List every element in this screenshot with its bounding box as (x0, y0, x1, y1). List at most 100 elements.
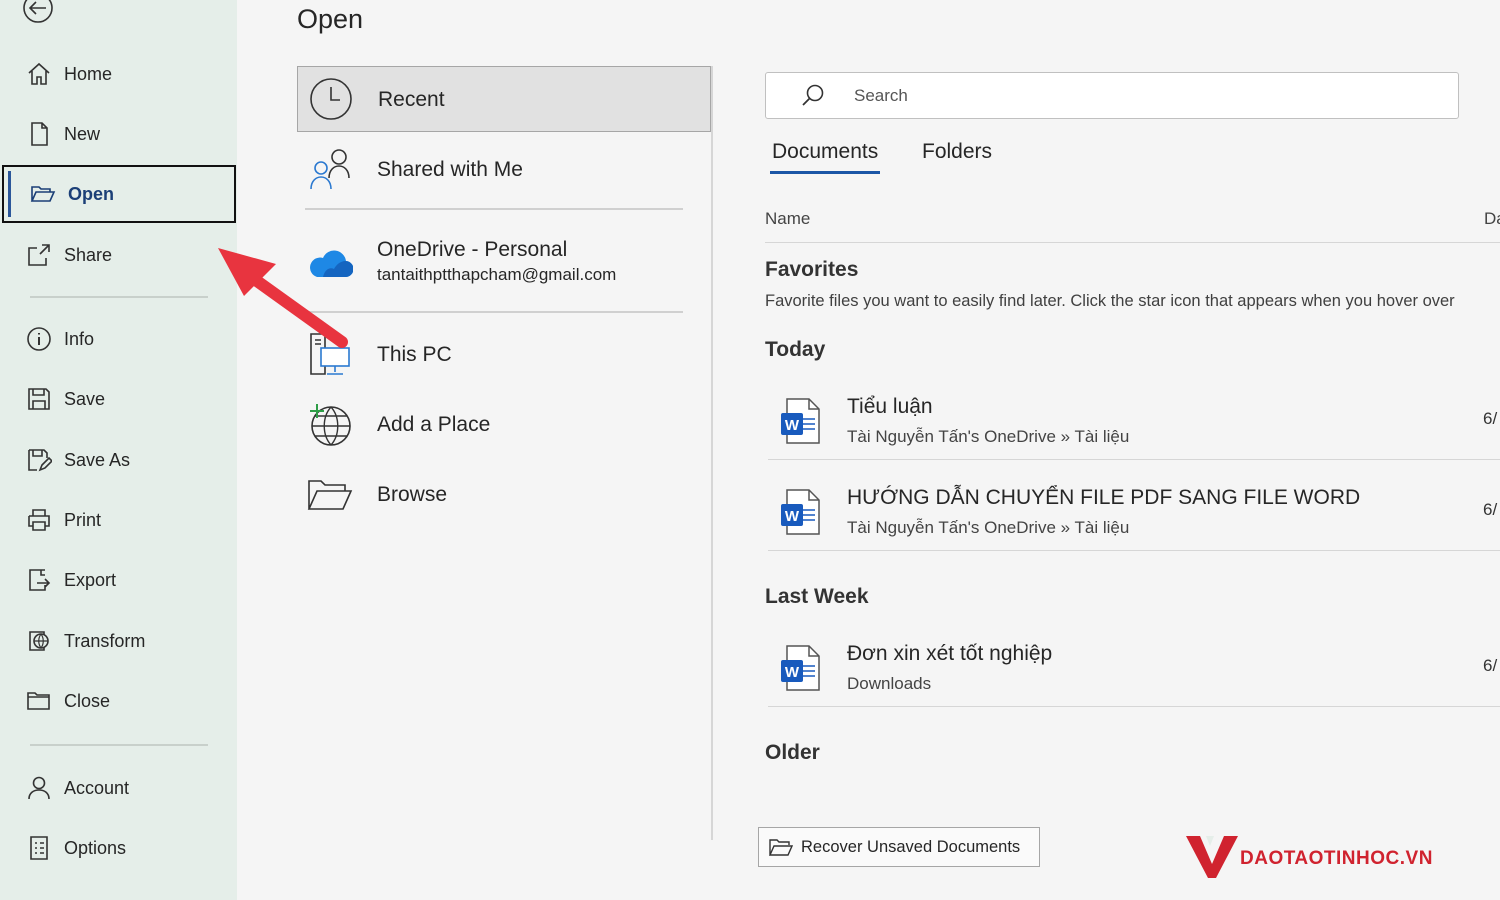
word-document-icon: W (781, 398, 820, 444)
options-icon (26, 835, 52, 861)
nav-save[interactable]: Save (0, 370, 237, 428)
file-path: Downloads (847, 674, 932, 693)
svg-text:W: W (785, 417, 800, 434)
nav-transform[interactable]: Transform (0, 612, 237, 670)
location-divider (305, 208, 683, 210)
annotation-arrow-icon (218, 248, 348, 348)
globe-add-icon (307, 402, 353, 448)
row-divider (768, 550, 1500, 551)
location-shared-with-me[interactable]: Shared with Me (297, 138, 711, 204)
file-name: Tiểu luận (847, 395, 933, 418)
svg-text:W: W (785, 508, 800, 525)
save-as-icon (26, 447, 52, 473)
group-today-heading: Today (765, 338, 826, 361)
svg-text:W: W (785, 664, 800, 681)
search-box[interactable] (765, 72, 1459, 119)
nav-save-label: Save (64, 388, 106, 409)
watermark-v-logo-icon (1186, 836, 1238, 878)
nav-print[interactable]: Print (0, 491, 237, 549)
new-document-icon (26, 121, 52, 147)
nav-home[interactable]: Home (0, 45, 237, 103)
nav-options-label: Options (64, 837, 127, 858)
share-icon (26, 242, 52, 268)
home-icon (26, 61, 52, 87)
folder-open-icon (769, 839, 793, 856)
nav-transform-label: Transform (64, 630, 146, 651)
file-row[interactable]: W Tiểu luận Tài Nguyễn Tấn's OneDrive » … (765, 383, 1500, 471)
nav-info-label: Info (64, 328, 95, 349)
watermark-logo: DAOTAOTINHOC.VN (1186, 834, 1478, 880)
nav-print-label: Print (64, 509, 102, 530)
info-icon (26, 326, 52, 352)
folder-open-icon (30, 181, 56, 207)
nav-account-label: Account (64, 777, 130, 798)
onedrive-email: tantaithptthapcham@gmail.com (377, 265, 617, 284)
nav-open[interactable]: Open (2, 165, 236, 223)
nav-new[interactable]: New (0, 105, 237, 163)
row-divider (768, 706, 1500, 707)
nav-options[interactable]: Options (0, 819, 237, 877)
sidebar-divider (30, 296, 208, 298)
nav-close[interactable]: Close (0, 672, 237, 730)
location-onedrive-personal[interactable]: OneDrive - Personal tantaithptthapcham@g… (297, 226, 711, 298)
watermark-text: DAOTAOTINHOC.VN (1240, 848, 1433, 869)
recover-button-label: Recover Unsaved Documents (801, 837, 1021, 856)
clock-icon (308, 76, 354, 122)
onedrive-label: OneDrive - Personal (377, 238, 568, 261)
location-add-a-place[interactable]: Add a Place (297, 392, 711, 458)
file-name: Đơn xin xét tốt nghiệp (847, 642, 1053, 665)
file-row[interactable]: W HƯỚNG DẪN CHUYỂN FILE PDF SANG FILE WO… (765, 474, 1500, 562)
save-icon (26, 386, 52, 412)
group-last-week-heading: Last Week (765, 585, 869, 608)
page-title: Open (297, 4, 364, 34)
group-older-heading: Older (765, 741, 820, 764)
file-date: 6/ (1483, 500, 1498, 519)
word-document-icon: W (781, 489, 820, 535)
location-shared-label: Shared with Me (377, 158, 523, 181)
nav-open-label: Open (68, 183, 115, 204)
location-this-pc[interactable]: This PC (297, 322, 711, 388)
sidebar-divider (30, 744, 208, 746)
backstage-sidebar: Home New Open Share Info Save Save As Pr… (0, 0, 237, 900)
nav-close-label: Close (64, 690, 111, 711)
nav-share[interactable]: Share (0, 226, 237, 284)
file-date: 6/ (1483, 409, 1498, 428)
transform-icon (26, 628, 52, 654)
location-recent[interactable]: Recent (297, 66, 711, 132)
row-divider (768, 459, 1500, 460)
nav-home-label: Home (64, 63, 113, 84)
nav-export-label: Export (64, 569, 117, 590)
folder-icon (307, 472, 353, 518)
favorites-description: Favorite files you want to easily find l… (765, 292, 1455, 310)
people-icon (307, 146, 353, 192)
word-document-icon: W (781, 645, 820, 691)
tab-folders[interactable]: Folders (922, 140, 992, 164)
search-icon (802, 84, 824, 106)
location-browse-label: Browse (377, 483, 448, 506)
favorites-heading: Favorites (765, 258, 859, 281)
export-icon (26, 567, 52, 593)
file-row[interactable]: W Đơn xin xét tốt nghiệp Downloads 6/ (765, 630, 1500, 718)
location-add-place-label: Add a Place (377, 413, 491, 436)
location-divider (305, 311, 683, 313)
location-this-pc-label: This PC (377, 343, 452, 366)
nav-info[interactable]: Info (0, 310, 237, 368)
nav-save-as-label: Save As (64, 449, 131, 470)
column-header-date[interactable]: Da (1484, 209, 1500, 229)
tab-documents[interactable]: Documents (769, 140, 881, 174)
panel-separator (711, 66, 713, 840)
column-header-name[interactable]: Name (765, 209, 810, 229)
account-icon (26, 775, 52, 801)
location-recent-label: Recent (378, 88, 445, 111)
location-browse[interactable]: Browse (297, 462, 711, 528)
recover-unsaved-documents-button[interactable]: Recover Unsaved Documents (758, 827, 1040, 867)
nav-export[interactable]: Export (0, 551, 237, 609)
close-folder-icon (26, 688, 52, 714)
nav-account[interactable]: Account (0, 759, 237, 817)
search-input[interactable] (854, 81, 1434, 111)
nav-new-label: New (64, 123, 101, 144)
nav-save-as[interactable]: Save As (0, 431, 237, 489)
back-button[interactable] (22, 0, 54, 24)
back-arrow-icon (23, 0, 53, 23)
header-divider (765, 242, 1500, 243)
